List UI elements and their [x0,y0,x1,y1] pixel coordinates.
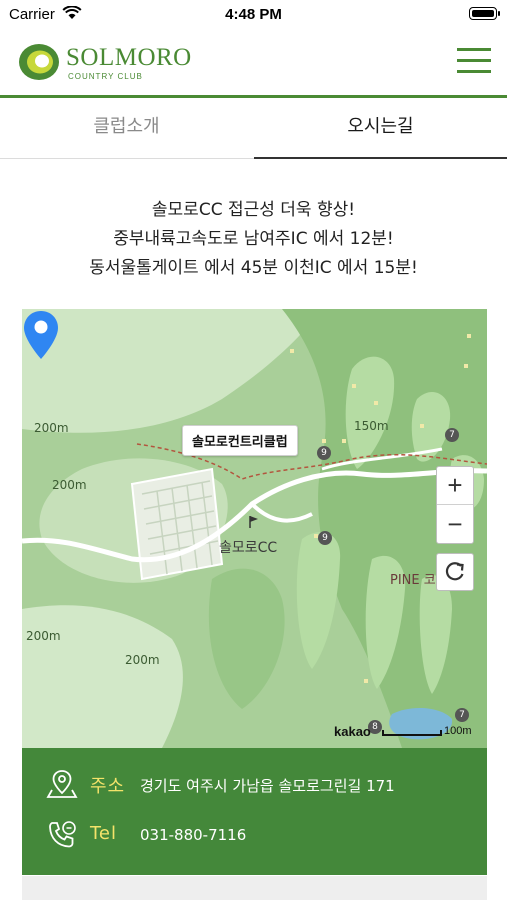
hamburger-menu-icon[interactable] [457,48,491,74]
elevation-label: 200m [52,478,87,492]
tab-club-intro[interactable]: 클럽소개 [0,99,253,159]
status-time: 4:48 PM [225,6,282,23]
zoom-out-button[interactable]: − [437,506,473,544]
app-header: SOLMORO COUNTRY CLUB [0,30,507,98]
course-label: PINE 코 [390,573,436,588]
location-map[interactable]: 200m 200m 150m 200m 200m PINE 코 9 7 9 8 … [22,309,487,748]
tel-value-link[interactable]: 031-880-7116 [140,826,246,844]
logo-subtitle: COUNTRY CLUB [68,72,143,81]
flag-icon [249,516,258,528]
intro-line-3: 동서울톨게이트 에서 45분 이천IC 에서 15분! [89,258,418,278]
status-bar: Carrier 4:48 PM [0,0,507,30]
address-row: 주소 경기도 여주시 가남읍 솔모로그린길 171 [22,766,487,806]
map-location-icon [46,770,78,798]
intro-line-1: 솔모로CC 접근성 더욱 향상! [151,200,356,220]
elevation-label: 150m [354,419,389,433]
refresh-icon [445,562,464,581]
tel-row: Tel 031-880-7116 [22,817,487,857]
hole-marker: 7 [445,428,459,442]
directions-intro: 솔모로CC 접근성 더욱 향상! 중부내륙고속도로 남여주IC 에서 12분! … [0,196,507,283]
hole-marker: 7 [455,708,469,722]
elevation-label: 200m [34,421,69,435]
intro-line-2: 중부내륙고속도로 남여주IC 에서 12분! [113,229,394,249]
zoom-in-button[interactable]: + [437,467,473,505]
map-provider-logo: kakao [334,724,371,739]
elevation-label: 200m [125,653,160,667]
place-label: 솔모로CC [219,540,278,556]
hole-marker: 9 [317,446,331,460]
solmoro-logo[interactable]: SOLMORO COUNTRY CLUB [18,40,238,86]
logo-mark-icon [19,44,59,80]
address-value: 경기도 여주시 가남읍 솔모로그린길 171 [140,777,395,795]
tab-directions[interactable]: 오시는길 [254,99,507,159]
elevation-label: 200m [26,629,61,643]
refresh-map-button[interactable] [436,553,474,591]
contact-info-panel: 주소 경기도 여주시 가남읍 솔모로그린길 171 Tel 031-880-71… [22,748,487,875]
zoom-control: + − [436,466,474,544]
phone-icon [49,821,76,848]
address-key: 주소 [90,776,126,797]
location-pin-icon[interactable] [22,309,60,361]
map-marker-title[interactable]: 솔모로컨트리클럽 [182,425,298,456]
battery-icon [469,7,500,20]
map-scale-bar [382,730,442,736]
logo-name: SOLMORO [66,44,192,71]
map-scale-label: 100m [444,725,472,737]
footer-strip [22,876,487,900]
tab-bar: 클럽소개 오시는길 [0,99,507,159]
hole-marker: 9 [318,531,332,545]
tel-key: Tel [90,823,118,844]
